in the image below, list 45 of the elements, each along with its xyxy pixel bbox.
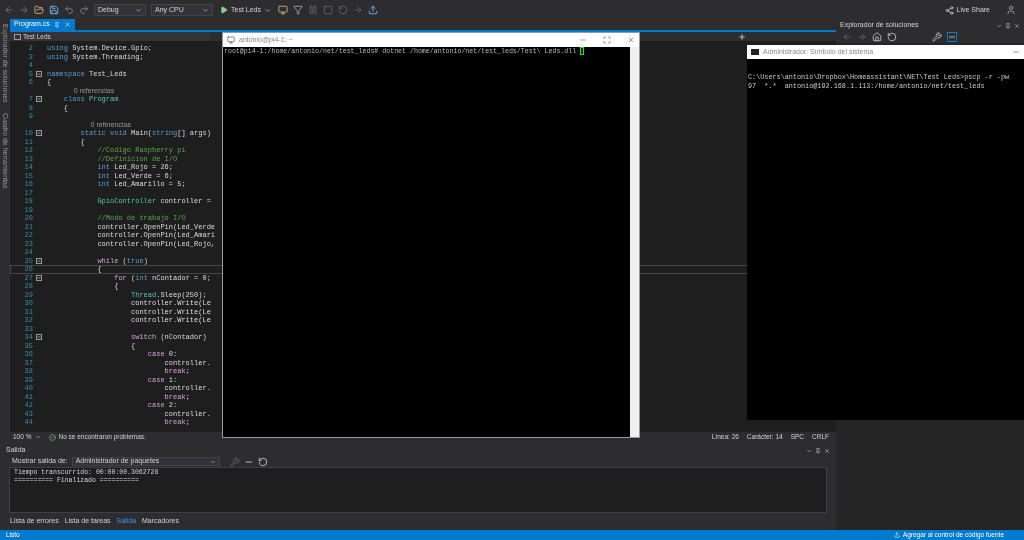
play-icon xyxy=(220,6,228,14)
save-icon[interactable] xyxy=(49,5,59,15)
upload-icon xyxy=(893,532,900,538)
scrollbar[interactable] xyxy=(630,47,639,437)
pin-icon[interactable] xyxy=(53,21,60,28)
forward-icon[interactable] xyxy=(857,32,867,42)
forward-icon[interactable] xyxy=(19,5,29,15)
person-icon[interactable] xyxy=(1006,5,1016,15)
caret-icon xyxy=(202,6,209,14)
close-icon[interactable] xyxy=(63,21,71,28)
collapse-icon[interactable] xyxy=(36,96,42,103)
close-icon[interactable] xyxy=(627,36,635,44)
collapse-icon[interactable] xyxy=(36,130,42,137)
collapse-icon[interactable] xyxy=(36,257,42,264)
filter-icon[interactable] xyxy=(292,5,303,15)
step-icon[interactable] xyxy=(352,5,363,15)
caret-icon xyxy=(135,6,142,14)
screen-icon[interactable] xyxy=(277,5,288,15)
restart-icon[interactable] xyxy=(337,5,348,15)
check-icon xyxy=(49,433,57,441)
maximize-icon[interactable] xyxy=(603,36,611,44)
collapse-icon[interactable] xyxy=(36,274,42,281)
add-icon[interactable] xyxy=(738,32,746,41)
pin-icon[interactable] xyxy=(815,447,821,454)
back-icon[interactable] xyxy=(842,32,852,42)
share-icon xyxy=(944,5,954,15)
pause-icon[interactable] xyxy=(307,5,318,15)
caret-icon xyxy=(263,6,271,14)
caret-icon[interactable] xyxy=(806,447,812,454)
pin-icon[interactable] xyxy=(1005,22,1011,29)
console-app-icon xyxy=(751,49,759,55)
cursor xyxy=(580,47,585,55)
folder-icon[interactable] xyxy=(34,5,44,15)
caret-icon[interactable] xyxy=(996,22,1002,29)
home-icon[interactable] xyxy=(872,32,882,42)
redo-icon[interactable] xyxy=(79,5,89,15)
caret-icon xyxy=(35,434,42,440)
refresh-icon[interactable] xyxy=(887,32,897,42)
back-icon[interactable] xyxy=(4,5,14,15)
undo-icon[interactable] xyxy=(64,5,74,15)
terminal-app-icon xyxy=(227,36,235,44)
caret-icon xyxy=(209,458,216,465)
stop-icon[interactable] xyxy=(322,5,333,15)
collapse-icon[interactable] xyxy=(36,70,42,77)
collapse-icon[interactable] xyxy=(36,334,42,341)
